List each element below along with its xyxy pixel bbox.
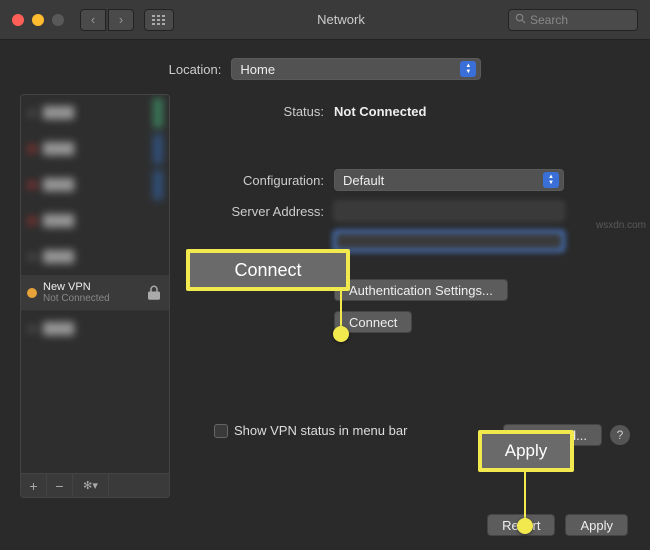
sidebar-item-vpn[interactable]: New VPN Not Connected [21, 275, 169, 311]
service-actions-button[interactable]: ✻▾ [73, 474, 109, 497]
add-service-button[interactable]: + [21, 474, 47, 497]
window-title: Network [174, 12, 508, 27]
remove-service-button[interactable]: − [47, 474, 73, 497]
help-button[interactable]: ? [610, 425, 630, 445]
authentication-settings-button[interactable]: Authentication Settings... [334, 279, 508, 301]
service-list[interactable]: ████ ████ ████ ████ ████ New VPN Not Con… [20, 94, 170, 474]
status-label: Status: [184, 104, 334, 119]
service-status: Not Connected [43, 293, 139, 305]
location-label: Location: [169, 62, 222, 77]
watermark: wsxdn.com [596, 220, 646, 231]
service-sidebar: ████ ████ ████ ████ ████ New VPN Not Con… [20, 94, 170, 498]
location-row: Location: Home ▲▼ [0, 40, 650, 94]
list-item[interactable]: ████ [21, 239, 169, 275]
search-icon [515, 13, 526, 27]
show-all-button[interactable] [144, 9, 174, 31]
close-icon[interactable] [12, 14, 24, 26]
search-placeholder: Search [530, 13, 568, 27]
show-vpn-menubar-checkbox[interactable] [214, 424, 228, 438]
search-input[interactable]: Search [508, 9, 638, 31]
configuration-select[interactable]: Default ▲▼ [334, 169, 564, 191]
configuration-value: Default [343, 173, 384, 188]
list-item[interactable]: ████ [21, 95, 169, 131]
titlebar: ‹ › Network Search [0, 0, 650, 40]
server-address-field[interactable] [334, 201, 564, 221]
list-item[interactable]: ████ [21, 131, 169, 167]
back-button[interactable]: ‹ [80, 9, 106, 31]
show-vpn-menubar-label: Show VPN status in menu bar [234, 423, 407, 438]
apply-button[interactable]: Apply [565, 514, 628, 536]
status-dot-icon [27, 288, 37, 298]
annotation-line [524, 470, 526, 520]
nav-buttons: ‹ › [80, 9, 134, 31]
location-value: Home [240, 62, 275, 77]
account-name-field[interactable] [334, 231, 564, 251]
lock-icon [145, 284, 163, 302]
sidebar-footer: + − ✻▾ [20, 474, 170, 498]
status-value: Not Connected [334, 104, 630, 119]
footer-buttons: Revert Apply [487, 514, 628, 536]
annotation-dot [517, 518, 533, 534]
configuration-label: Configuration: [184, 173, 334, 188]
annotation-dot [333, 326, 349, 342]
minimize-icon[interactable] [32, 14, 44, 26]
server-address-label: Server Address: [184, 204, 334, 219]
annotation-line [340, 289, 342, 329]
list-item[interactable]: ████ [21, 167, 169, 203]
callout-apply: Apply [478, 430, 574, 472]
list-item[interactable]: ████ [21, 311, 169, 347]
forward-button[interactable]: › [108, 9, 134, 31]
location-select[interactable]: Home ▲▼ [231, 58, 481, 80]
list-item[interactable]: ████ [21, 203, 169, 239]
callout-connect: Connect [186, 249, 350, 291]
service-name: New VPN [43, 281, 139, 293]
chevron-updown-icon: ▲▼ [460, 61, 476, 77]
chevron-updown-icon: ▲▼ [543, 172, 559, 188]
window-controls [12, 14, 64, 26]
zoom-icon[interactable] [52, 14, 64, 26]
